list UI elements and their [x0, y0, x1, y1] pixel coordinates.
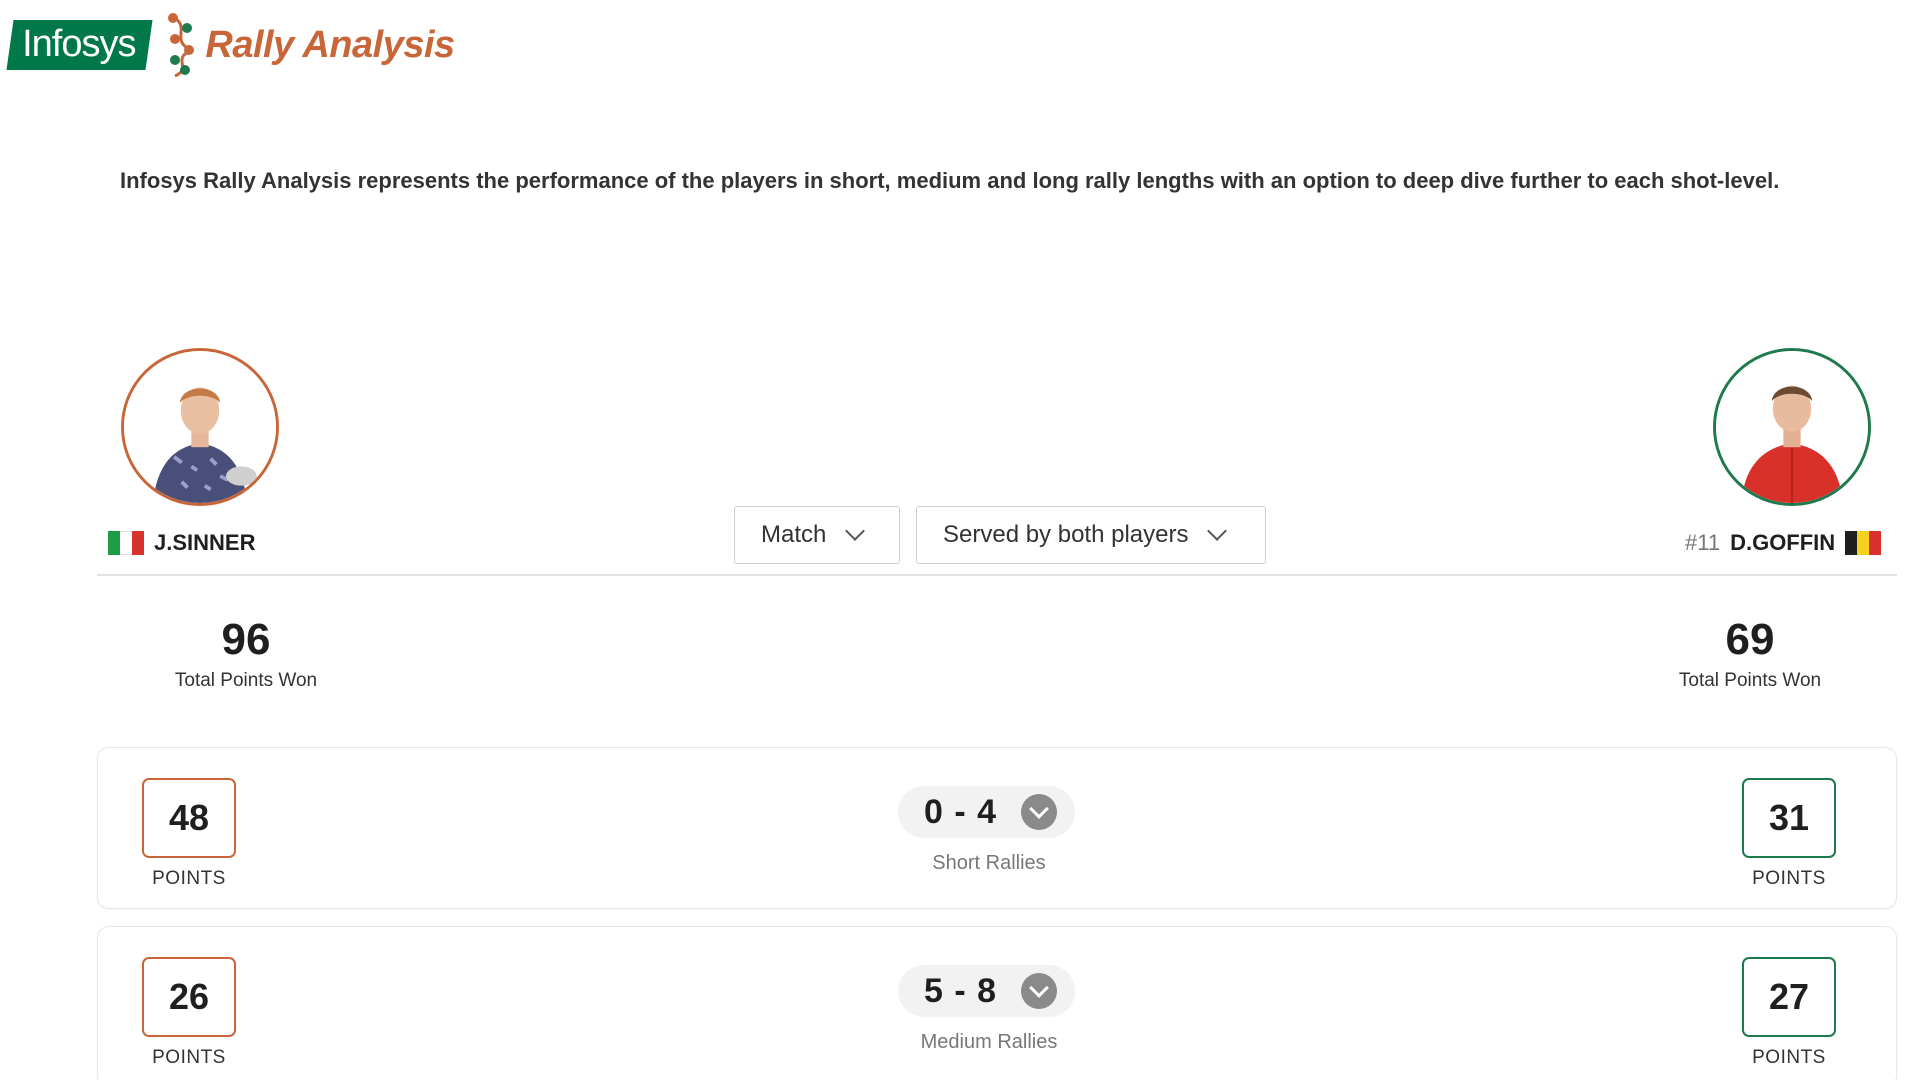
total-points-left-value: 96	[221, 615, 271, 664]
rally-card-short: 48 POINTS 0 - 4 Short Rallies 31 POINTS	[97, 747, 1897, 909]
chevron-down-icon	[1207, 521, 1228, 541]
italy-flag-icon	[108, 531, 144, 555]
total-points-left-label: Total Points Won	[174, 670, 318, 691]
period-dropdown[interactable]: Match	[734, 506, 900, 564]
rally-points-left: 48 POINTS	[142, 778, 236, 890]
rally-card-medium: 26 POINTS 5 - 8 Medium Rallies 27 POINTS	[97, 926, 1897, 1080]
rally-score-pill[interactable]: 5 - 8	[898, 965, 1076, 1017]
period-dropdown-value: Match	[761, 521, 827, 548]
player-seed-right: #11	[1685, 530, 1721, 555]
infosys-logo: Infosys	[6, 20, 153, 70]
expand-chevron-icon[interactable]	[1021, 794, 1058, 830]
total-points-right-label: Total Points Won	[1678, 670, 1822, 691]
rally-type-label: Short Rallies	[932, 852, 1046, 874]
rally-score: 5 - 8	[924, 971, 998, 1010]
rally-points-right: 27 POINTS	[1742, 957, 1836, 1069]
rally-score: 0 - 4	[924, 792, 998, 831]
player-name-right-label: D.GOFFIN	[1730, 530, 1836, 555]
section-divider	[97, 574, 1897, 576]
player-photo-sinner	[124, 351, 276, 503]
total-points-right-value: 69	[1725, 615, 1775, 664]
rally-points-right-label: POINTS	[1752, 1047, 1826, 1068]
rally-type-label: Medium Rallies	[920, 1031, 1058, 1053]
serve-filter-value: Served by both players	[943, 521, 1189, 548]
player-name-left: J.SINNER	[108, 530, 255, 556]
serve-filter-dropdown[interactable]: Served by both players	[916, 506, 1266, 564]
rally-points-left-value: 48	[142, 778, 236, 858]
expand-chevron-icon[interactable]	[1021, 973, 1058, 1009]
intro-description: Infosys Rally Analysis represents the pe…	[120, 168, 1780, 193]
rally-points-right: 31 POINTS	[1742, 778, 1836, 890]
rally-points-left-label: POINTS	[152, 1047, 226, 1068]
total-points-right: 69 Total Points Won	[1620, 618, 1880, 692]
player-photo-goffin	[1716, 351, 1868, 503]
rally-points-right-value: 31	[1742, 778, 1836, 858]
rally-points-left: 26 POINTS	[142, 957, 236, 1069]
rally-helix-icon	[168, 13, 195, 78]
app-logo: Infosys Rally Analysis	[6, 10, 455, 80]
rally-points-left-label: POINTS	[152, 868, 226, 889]
player-avatar-right	[1713, 348, 1871, 506]
chevron-down-icon	[845, 521, 866, 541]
player-name-left-label: J.SINNER	[154, 530, 256, 555]
player-avatar-left	[121, 348, 279, 506]
total-points-left: 96 Total Points Won	[116, 618, 376, 692]
rally-points-right-label: POINTS	[1752, 868, 1826, 889]
player-name-right: #11 D.GOFFIN	[1685, 530, 1882, 556]
rally-points-left-value: 26	[142, 957, 236, 1037]
belgium-flag-icon	[1845, 531, 1882, 555]
rally-points-right-value: 27	[1742, 957, 1836, 1037]
rally-score-pill[interactable]: 0 - 4	[898, 786, 1076, 838]
product-title: Rally Analysis	[205, 23, 455, 66]
